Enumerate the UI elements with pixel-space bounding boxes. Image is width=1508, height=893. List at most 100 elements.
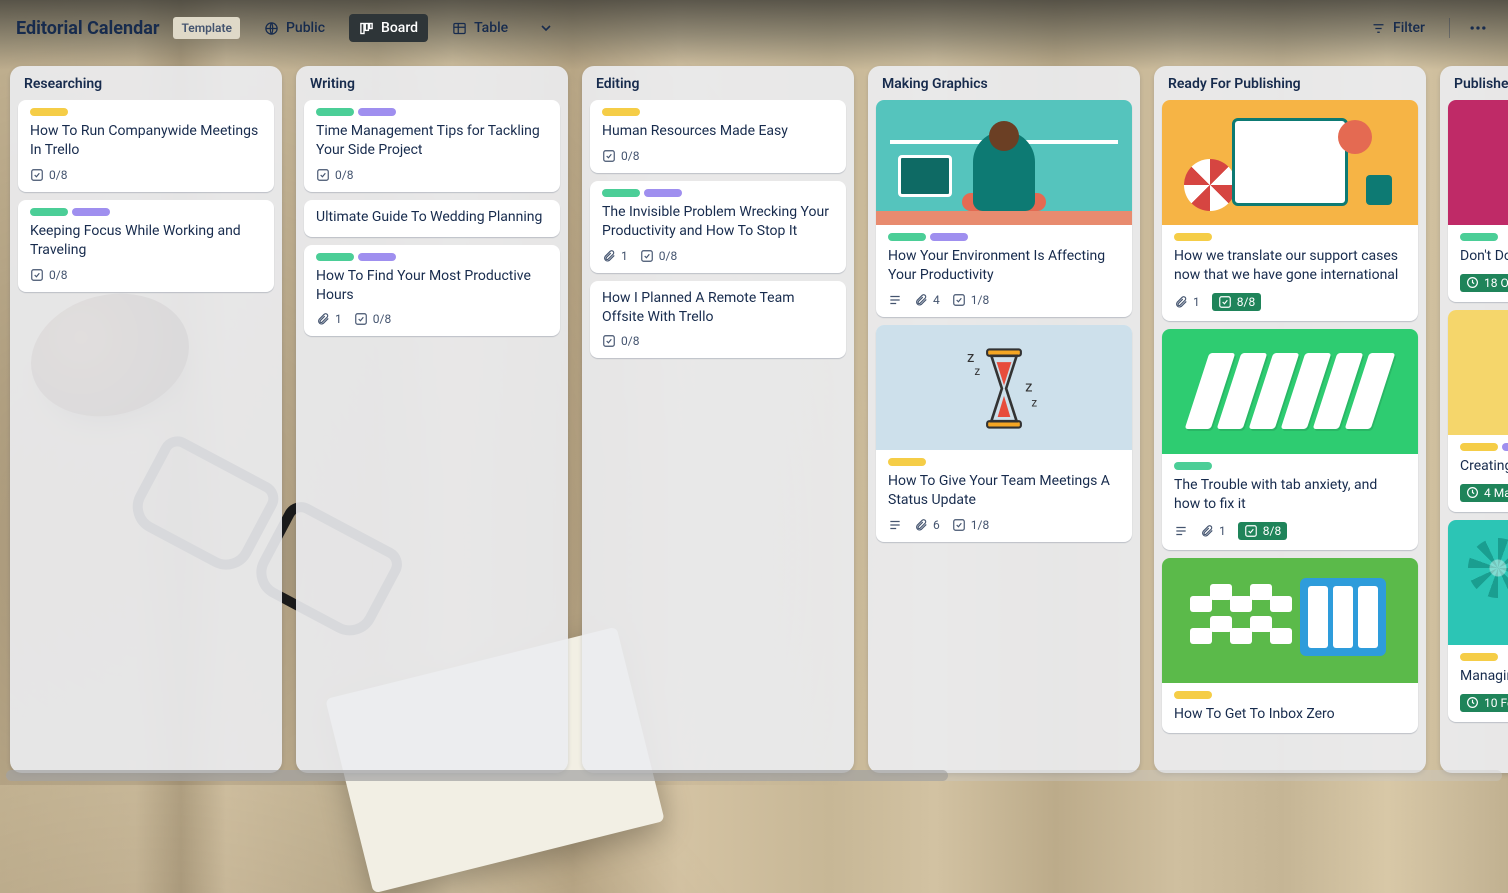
card-labels[interactable] (30, 108, 262, 116)
label-yellow[interactable] (1174, 691, 1212, 699)
card[interactable]: How To Run Companywide Meetings In Trell… (18, 100, 274, 192)
list-title[interactable]: Ready For Publishing (1154, 66, 1426, 100)
card-title: How To Get To Inbox Zero (1174, 705, 1406, 724)
label-green[interactable] (888, 233, 926, 241)
card-labels[interactable] (888, 233, 1120, 241)
card-labels[interactable] (1174, 691, 1406, 699)
card-labels[interactable] (316, 108, 548, 116)
card[interactable]: How To Find Your Most Productive Hours10… (304, 245, 560, 337)
card[interactable]: How Your Environment Is Affecting Your P… (876, 100, 1132, 317)
card-title: Creating (1460, 457, 1508, 476)
checklist-badge: 0/8 (316, 168, 353, 182)
card-labels[interactable] (1174, 462, 1406, 470)
visibility-label: Public (286, 20, 325, 36)
list-title[interactable]: Editing (582, 66, 854, 100)
card-labels[interactable] (888, 458, 1120, 466)
card-badges: 18 Oct (1460, 274, 1508, 292)
card-title: Managing (1460, 667, 1508, 686)
table-view-label: Table (474, 20, 508, 36)
template-badge[interactable]: Template (173, 17, 240, 39)
card[interactable]: Human Resources Made Easy0/8 (590, 100, 846, 173)
list[interactable]: Ready For PublishingHow we translate our… (1154, 66, 1426, 773)
checklist-badge: 0/8 (30, 168, 67, 182)
list-title[interactable]: Researching (10, 66, 282, 100)
checklist-badge: 0/8 (354, 312, 391, 326)
list-title[interactable]: Writing (296, 66, 568, 100)
visibility-button[interactable]: Public (254, 14, 335, 42)
card-labels[interactable] (602, 108, 834, 116)
list-title[interactable]: Making Graphics (868, 66, 1140, 100)
card-badges: 10/8 (316, 312, 548, 326)
filter-button[interactable]: Filter (1361, 14, 1435, 42)
label-purple[interactable] (644, 189, 682, 197)
due-badge: 18 Oct (1460, 274, 1508, 292)
card[interactable]: How I Planned A Remote Team Offsite With… (590, 281, 846, 359)
card-labels[interactable] (1460, 653, 1508, 661)
attachments-badge: 1 (602, 249, 628, 263)
card[interactable]: The Invisible Problem Wrecking Your Prod… (590, 181, 846, 273)
label-purple[interactable] (358, 253, 396, 261)
card[interactable]: Don't Do18 Oct (1448, 100, 1508, 302)
card[interactable]: Ultimate Guide To Wedding Planning (304, 200, 560, 237)
label-purple[interactable] (72, 208, 110, 216)
label-green[interactable] (1174, 462, 1212, 470)
card-badges: 0/8 (30, 168, 262, 182)
card[interactable]: Keeping Focus While Working and Travelin… (18, 200, 274, 292)
board-title[interactable]: Editorial Calendar (16, 18, 159, 39)
label-green[interactable] (316, 253, 354, 261)
label-yellow[interactable] (1174, 233, 1212, 241)
scrollbar-thumb[interactable] (6, 770, 948, 781)
table-view-button[interactable]: Table (442, 14, 518, 42)
board-menu-button[interactable] (1464, 12, 1492, 44)
label-purple[interactable] (358, 108, 396, 116)
card-labels[interactable] (1174, 233, 1406, 241)
views-menu-button[interactable] (532, 14, 560, 42)
list[interactable]: PublishedDon't Do18 Oct Creating 4 May Mana… (1440, 66, 1508, 773)
label-green[interactable] (602, 189, 640, 197)
list[interactable]: EditingHuman Resources Made Easy0/8 The I… (582, 66, 854, 773)
label-yellow[interactable] (30, 108, 68, 116)
card-title: How To Run Companywide Meetings In Trell… (30, 122, 262, 160)
label-yellow[interactable] (1460, 653, 1498, 661)
board-view-button[interactable]: Board (349, 14, 428, 42)
label-yellow[interactable] (888, 458, 926, 466)
checklist-badge: 8/8 (1238, 522, 1287, 540)
label-purple[interactable] (930, 233, 968, 241)
card-title: Ultimate Guide To Wedding Planning (316, 208, 548, 227)
label-green[interactable] (30, 208, 68, 216)
list[interactable]: Researching How To Run Companywide Meetin… (10, 66, 282, 773)
card-title: The Trouble with tab anxiety, and how to… (1174, 476, 1406, 514)
board-canvas[interactable]: Researching How To Run Companywide Meetin… (0, 56, 1508, 795)
card-badges: 4 May (1460, 484, 1508, 502)
label-green[interactable] (316, 108, 354, 116)
card[interactable]: Time Management Tips for Tackling Your S… (304, 100, 560, 192)
checklist-badge: 0/8 (602, 149, 639, 163)
card[interactable]: How we translate our support cases now t… (1162, 100, 1418, 321)
card-labels[interactable] (316, 253, 548, 261)
card-labels[interactable] (30, 208, 262, 216)
card[interactable]: How To Get To Inbox Zero (1162, 558, 1418, 734)
due-badge: 10 Feb (1460, 694, 1508, 712)
card[interactable]: The Trouble with tab anxiety, and how to… (1162, 329, 1418, 550)
card[interactable]: zzzzHow To Give Your Team Meetings A Sta… (876, 325, 1132, 542)
label-yellow[interactable] (1460, 443, 1498, 451)
board-header: Editorial Calendar Template Public Board… (0, 0, 1508, 56)
svg-text:z: z (1025, 377, 1032, 395)
label-green[interactable] (1460, 233, 1498, 241)
card-labels[interactable] (1460, 443, 1508, 451)
attachments-badge: 1 (1174, 295, 1200, 309)
card-labels[interactable] (602, 189, 834, 197)
label-yellow[interactable] (602, 108, 640, 116)
list[interactable]: WritingTime Management Tips for Tackling… (296, 66, 568, 773)
table-icon (452, 21, 467, 36)
card-badges: 0/8 (316, 168, 548, 182)
label-purple[interactable] (1502, 443, 1508, 451)
card[interactable]: Managing 10 Feb (1448, 520, 1508, 722)
list-title[interactable]: Published (1440, 66, 1508, 100)
horizontal-scrollbar[interactable] (6, 770, 1502, 781)
card-labels[interactable] (1460, 233, 1508, 241)
list[interactable]: Making GraphicsHow Your Environment Is A… (868, 66, 1140, 773)
card[interactable]: Creating 4 May (1448, 310, 1508, 512)
card-badges: 0/8 (602, 334, 834, 348)
svg-text:z: z (1031, 395, 1037, 409)
